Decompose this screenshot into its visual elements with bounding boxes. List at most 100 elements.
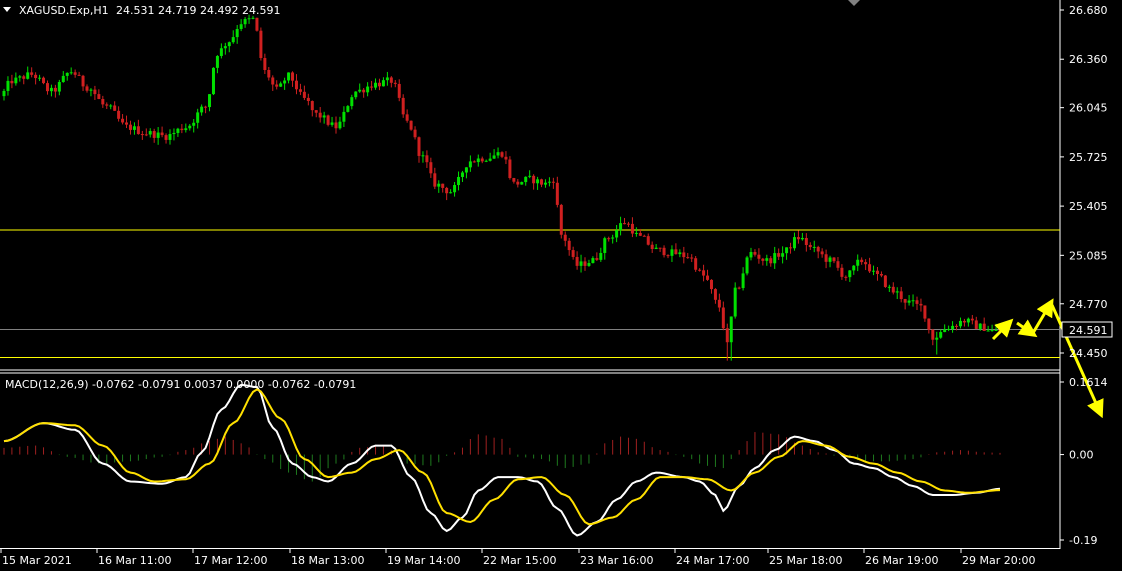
price-tick-label: 26.680: [1069, 4, 1108, 17]
candle-body: [144, 134, 148, 136]
candle-body: [488, 158, 492, 161]
candle-body: [974, 320, 978, 329]
candle-body: [856, 259, 860, 266]
candle-body: [377, 82, 381, 87]
candle-body: [504, 156, 508, 160]
candle-body: [895, 291, 899, 293]
candle-body: [128, 124, 132, 130]
candle-body: [239, 24, 243, 30]
candle-body: [911, 300, 915, 302]
candle-body: [235, 29, 239, 38]
candle-body: [891, 286, 895, 293]
candle-body: [769, 258, 773, 264]
candle-body: [903, 299, 907, 303]
candle-body: [820, 251, 824, 255]
candle-body: [77, 74, 81, 76]
candle-body: [879, 274, 883, 276]
candle-body: [306, 97, 310, 102]
candle-body: [824, 254, 828, 262]
candle-body: [6, 80, 10, 91]
time-tick-label: 24 Mar 17:00: [676, 554, 749, 567]
candle-body: [405, 114, 409, 121]
time-tick-label: 16 Mar 11:00: [98, 554, 171, 567]
candle-body: [872, 270, 876, 272]
candle-body: [468, 161, 472, 168]
candle-body: [868, 264, 872, 272]
candle-body: [97, 94, 101, 99]
macd-header: MACD(12,26,9) -0.0762 -0.0791 0.0037 0.0…: [5, 378, 356, 391]
candle-body: [26, 72, 30, 79]
candle-body: [923, 305, 927, 319]
candle-body: [915, 300, 919, 304]
candle-body: [243, 19, 247, 25]
candle-body: [706, 275, 710, 280]
candle-body: [362, 89, 366, 93]
candle-body: [674, 249, 678, 255]
candle-body: [670, 249, 674, 256]
candle-body: [374, 82, 378, 88]
candle-body: [883, 275, 887, 287]
time-tick-label: 25 Mar 18:00: [769, 554, 842, 567]
candle-body: [279, 83, 283, 87]
candle-body: [532, 175, 536, 184]
candle-body: [227, 42, 231, 47]
candle-body: [121, 118, 125, 123]
candle-body: [951, 325, 955, 329]
candle-body: [156, 132, 160, 138]
candle-body: [962, 320, 966, 323]
candle-body: [678, 252, 682, 255]
time-tick-label: 22 Mar 15:00: [483, 554, 556, 567]
candle-body: [500, 152, 504, 157]
candle-body: [717, 299, 721, 308]
candle-body: [346, 106, 350, 112]
candle-body: [864, 262, 868, 265]
candle-body: [804, 237, 808, 245]
candle-body: [990, 330, 994, 332]
candle-body: [330, 122, 334, 125]
candle-body: [457, 176, 461, 186]
candle-body: [57, 82, 61, 92]
candle-body: [184, 128, 188, 131]
candle-body: [694, 258, 698, 270]
candle-body: [65, 72, 69, 76]
candle-body: [741, 273, 745, 289]
candle-body: [291, 72, 295, 81]
candle-body: [85, 86, 89, 91]
candle-body: [966, 318, 970, 323]
time-tick-label: 19 Mar 14:00: [387, 554, 460, 567]
macd-tick-label: 0.00: [1069, 449, 1094, 462]
candle-body: [721, 307, 725, 329]
candle-body: [508, 159, 512, 179]
candle-body: [397, 83, 401, 98]
candle-body: [603, 238, 607, 253]
candle-body: [350, 97, 354, 107]
candle-body: [812, 246, 816, 248]
candle-body: [45, 83, 49, 92]
candle-body: [761, 258, 765, 261]
candle-body: [338, 121, 342, 129]
candle-body: [401, 97, 405, 115]
candle-body: [132, 126, 136, 130]
candle-body: [464, 167, 468, 173]
candle-body: [298, 89, 302, 92]
candle-body: [650, 244, 654, 250]
candle-body: [449, 192, 453, 194]
candle-body: [30, 72, 34, 75]
candle-body: [800, 237, 804, 240]
candle-body: [53, 87, 57, 92]
candle-body: [125, 122, 129, 125]
candle-body: [887, 286, 891, 288]
candle-body: [247, 18, 251, 20]
candle-body: [595, 258, 599, 260]
price-tick-label: 25.405: [1069, 200, 1108, 213]
candle-body: [927, 318, 931, 330]
candle-body: [634, 232, 638, 234]
candle-body: [389, 77, 393, 83]
candle-body: [81, 75, 85, 87]
candle-body: [666, 255, 670, 257]
candle-body: [575, 256, 579, 266]
candle-body: [164, 135, 168, 140]
candle-body: [646, 236, 650, 245]
candle-body: [2, 90, 6, 97]
candle-body: [136, 126, 140, 135]
